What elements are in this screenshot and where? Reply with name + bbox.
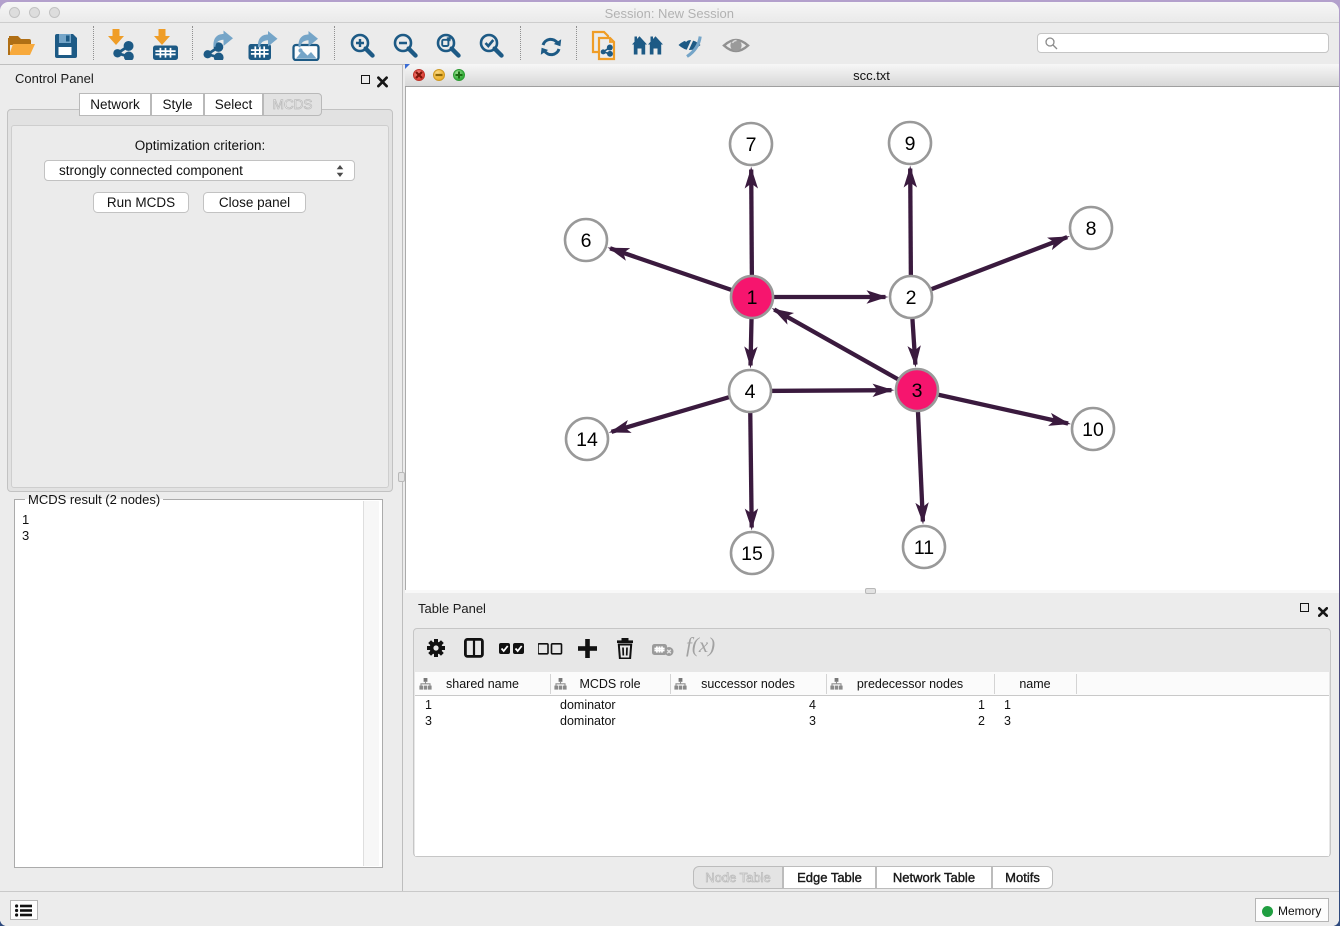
svg-text:4: 4 bbox=[744, 381, 755, 403]
svg-text:6: 6 bbox=[580, 230, 591, 252]
svg-text:9: 9 bbox=[904, 133, 915, 155]
svg-text:7: 7 bbox=[745, 134, 756, 156]
svg-text:2: 2 bbox=[905, 287, 916, 309]
svg-text:15: 15 bbox=[741, 543, 763, 565]
svg-text:11: 11 bbox=[913, 537, 933, 559]
svg-text:10: 10 bbox=[1082, 419, 1104, 441]
svg-text:3: 3 bbox=[911, 380, 922, 402]
svg-text:8: 8 bbox=[1085, 218, 1096, 240]
svg-text:14: 14 bbox=[576, 429, 598, 451]
svg-text:1: 1 bbox=[746, 287, 757, 309]
